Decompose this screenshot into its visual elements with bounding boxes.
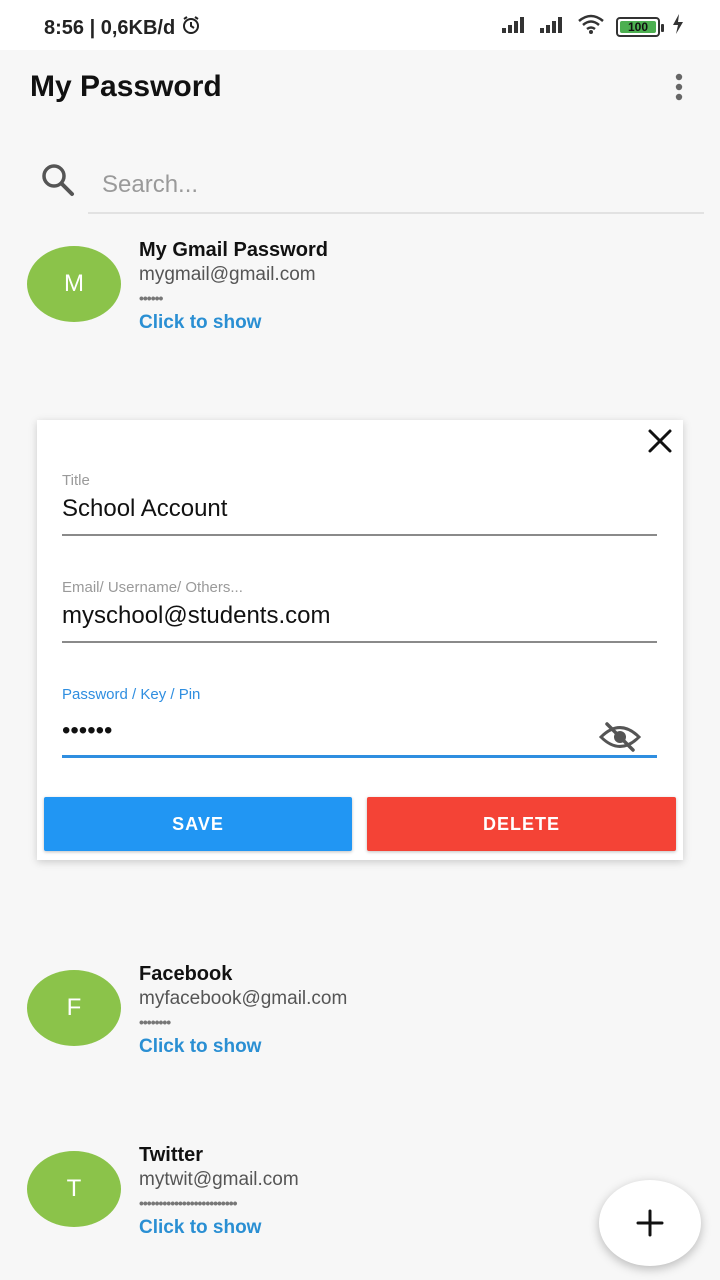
signal-icon [502,15,528,38]
password-field[interactable]: •••••• [62,712,657,758]
entry-masked-password: •••••••• [139,1014,171,1030]
save-button[interactable]: SAVE [44,797,352,851]
avatar: T [27,1151,121,1227]
entry-masked-password: ••••••••••••••••••••••••• [139,1195,238,1211]
click-to-show-link[interactable]: Click to show [139,312,261,334]
wifi-icon [578,14,604,39]
add-password-button[interactable] [599,1180,701,1266]
password-label: Password / Key / Pin [62,686,201,703]
entry-email: mytwit@gmail.com [139,1169,299,1190]
entry-masked-password: •••••• [139,290,163,306]
email-label: Email/ Username/ Others... [62,579,243,596]
more-vert-icon [675,73,683,101]
delete-button[interactable]: DELETE [367,797,676,851]
entry-email: myfacebook@gmail.com [139,988,348,1009]
battery-icon: 100 [616,16,664,37]
click-to-show-link[interactable]: Click to show [139,1217,261,1239]
status-text: 8:56 | 0,6KB/d [44,16,176,39]
status-bar: 8:56 | 0,6KB/d 100 [0,0,720,50]
click-to-show-link[interactable]: Click to show [139,1036,261,1058]
entry-email: mygmail@gmail.com [139,264,316,285]
visibility-off-icon[interactable] [598,722,642,752]
title-field[interactable]: School Account [62,490,657,536]
search-input[interactable] [88,158,704,214]
edit-password-dialog: Title School Account Email/ Username/ Ot… [37,420,683,860]
page-title: My Password [30,70,222,103]
email-field[interactable]: myschool@students.com [62,597,657,643]
entry-title: Twitter [139,1144,204,1166]
more-options-button[interactable] [664,70,694,104]
avatar: M [27,246,121,322]
search-icon[interactable] [38,160,78,200]
entry-title: My Gmail Password [139,239,328,261]
title-label: Title [62,472,90,489]
signal-icon [540,15,566,38]
list-item[interactable]: F Facebook myfacebook@gmail.com ••••••••… [0,962,720,1062]
status-left: 8:56 | 0,6KB/d [44,15,201,41]
status-right: 100 [502,14,684,39]
charging-icon [672,14,684,39]
list-item[interactable]: M My Gmail Password mygmail@gmail.com ••… [0,238,720,338]
alarm-icon [181,15,201,41]
battery-percent: 100 [627,19,649,34]
avatar: F [27,970,121,1046]
entry-title: Facebook [139,963,233,985]
add-icon [636,1209,664,1237]
close-icon[interactable] [645,426,675,456]
